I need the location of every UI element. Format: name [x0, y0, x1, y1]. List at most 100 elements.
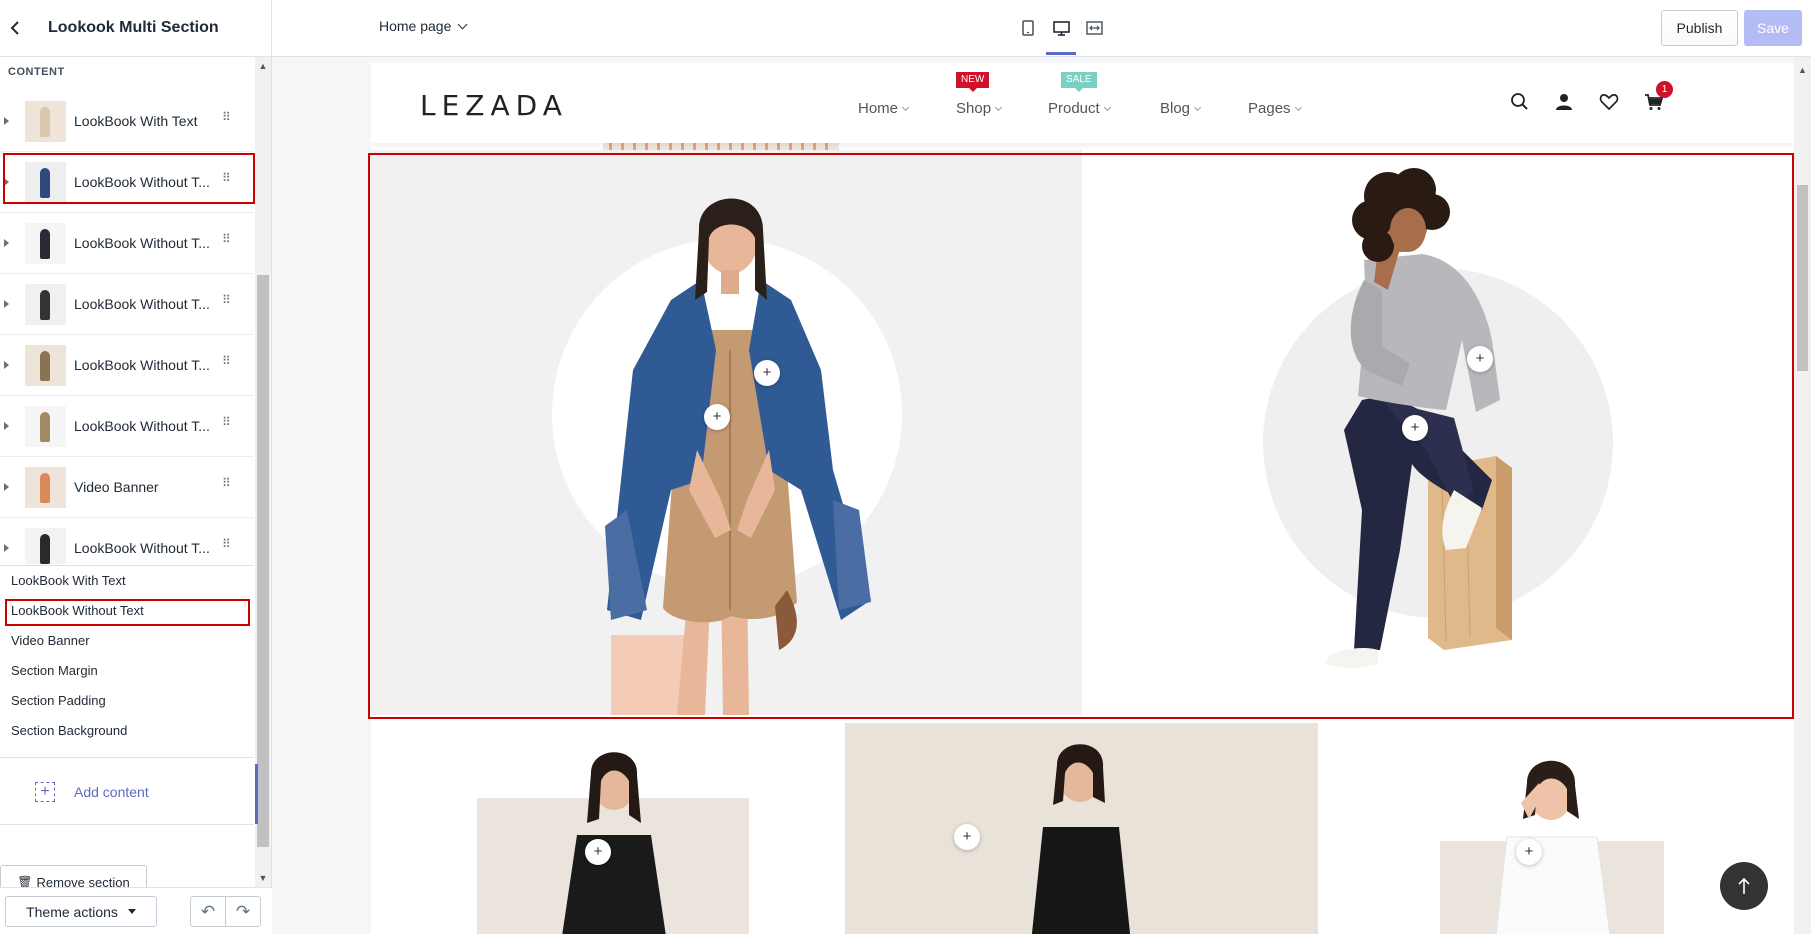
block-item[interactable]: LookBook Without T... ⠿ — [0, 335, 254, 396]
drag-handle-icon[interactable]: ⠿ — [222, 294, 231, 306]
theme-actions-label: Theme actions — [26, 903, 118, 920]
chevron-down-icon — [1294, 103, 1302, 111]
nav-blog[interactable]: Blog — [1160, 100, 1202, 117]
nav-label: Pages — [1248, 100, 1291, 117]
save-button[interactable]: Save — [1744, 10, 1802, 46]
block-label: LookBook With Text — [74, 113, 198, 129]
desktop-view-icon[interactable] — [1046, 14, 1076, 42]
block-label: LookBook Without T... — [74, 418, 210, 434]
drag-handle-icon[interactable]: ⠿ — [222, 477, 231, 489]
nav-shop[interactable]: Shop — [956, 100, 1003, 117]
lookbook-section[interactable]: + + + + — [371, 150, 1794, 715]
trash-icon: 🗑 — [17, 875, 33, 887]
nav-product[interactable]: Product — [1048, 100, 1111, 117]
nav-pages[interactable]: Pages — [1248, 100, 1302, 117]
nav-home[interactable]: Home — [858, 100, 910, 117]
hotspot-plus-icon[interactable]: + — [954, 824, 980, 850]
expand-caret-icon[interactable] — [4, 300, 9, 308]
block-item-selected[interactable]: LookBook Without T... ⠿ — [0, 152, 255, 213]
block-item[interactable]: Video Banner ⠿ — [0, 457, 254, 518]
expand-caret-icon[interactable] — [4, 483, 9, 491]
active-device-indicator — [1046, 52, 1076, 55]
expand-caret-icon[interactable] — [4, 361, 9, 369]
option-section-padding[interactable]: Section Padding — [0, 686, 254, 716]
sidebar-footer: Theme actions ↶ ↷ — [0, 887, 272, 934]
chevron-down-icon — [901, 103, 910, 111]
block-thumbnail — [25, 528, 66, 564]
wishlist-heart-icon[interactable] — [1598, 91, 1620, 113]
block-label: LookBook Without T... — [74, 540, 210, 556]
page-selector[interactable]: Home page — [379, 18, 468, 34]
drag-handle-icon[interactable]: ⠿ — [222, 355, 231, 367]
lookbook-section-row-2[interactable]: + + + — [371, 723, 1794, 934]
scroll-down-icon[interactable]: ▼ — [258, 873, 268, 883]
nav-label: Product — [1048, 100, 1100, 117]
preview-frame: LEZADA NEW SALE Home Shop Product Blog P… — [371, 63, 1794, 934]
lookbook-panel-sweater — [1082, 150, 1794, 715]
scrollbar-thumb[interactable] — [257, 275, 269, 847]
thumbnail-figure — [40, 412, 50, 442]
drag-handle-icon[interactable]: ⠿ — [222, 111, 231, 123]
block-thumbnail — [25, 162, 66, 203]
hotspot-plus-icon[interactable]: + — [704, 404, 730, 430]
block-thumbnail — [25, 345, 66, 386]
search-icon[interactable] — [1509, 91, 1531, 113]
back-arrow-icon[interactable] — [4, 17, 26, 39]
undo-icon[interactable]: ↶ — [190, 896, 226, 927]
hotspot-plus-icon[interactable]: + — [1402, 415, 1428, 441]
expand-caret-icon[interactable] — [4, 422, 9, 430]
expand-caret-icon[interactable] — [4, 178, 9, 186]
content-heading: CONTENT — [8, 66, 65, 78]
option-section-margin[interactable]: Section Margin — [0, 656, 254, 686]
add-content-label: Add content — [74, 784, 149, 800]
publish-button[interactable]: Publish — [1661, 10, 1738, 46]
block-item[interactable]: LookBook Without T... ⠿ — [0, 274, 254, 335]
scrollbar-thumb[interactable] — [1797, 185, 1808, 371]
chevron-down-icon — [1103, 103, 1111, 111]
drag-handle-icon[interactable]: ⠿ — [222, 416, 231, 428]
preview-scrollbar[interactable]: ▲ — [1794, 57, 1811, 934]
hotspot-plus-icon[interactable]: + — [585, 839, 611, 865]
sale-badge: SALE — [1061, 72, 1097, 92]
block-label: Video Banner — [74, 479, 159, 495]
expand-caret-icon[interactable] — [4, 544, 9, 552]
lookbook-panel-denim — [371, 150, 1082, 715]
hotspot-plus-icon[interactable]: + — [1516, 839, 1542, 865]
block-thumbnail — [25, 223, 66, 264]
option-lookbook-without-text[interactable]: LookBook Without Text — [0, 596, 254, 626]
account-icon[interactable] — [1553, 91, 1575, 113]
block-label: LookBook Without T... — [74, 357, 210, 373]
expand-caret-icon[interactable] — [4, 239, 9, 247]
block-thumbnail — [25, 406, 66, 447]
expand-caret-icon[interactable] — [4, 117, 9, 125]
redo-icon[interactable]: ↷ — [225, 896, 261, 927]
theme-actions-dropdown[interactable]: Theme actions — [5, 896, 157, 927]
scroll-up-icon[interactable]: ▲ — [258, 61, 268, 71]
theme-editor-sidebar: Lookook Multi Section CONTENT LookBook W… — [0, 0, 272, 934]
scroll-up-icon[interactable]: ▲ — [1798, 65, 1807, 75]
store-logo[interactable]: LEZADA — [420, 89, 568, 122]
drag-handle-icon[interactable]: ⠿ — [222, 538, 231, 550]
thumbnail-figure — [40, 229, 50, 259]
thumbnail-figure — [40, 534, 50, 564]
add-content-button[interactable]: + Add content — [0, 757, 254, 825]
fullscreen-view-icon[interactable] — [1079, 14, 1109, 42]
back-to-top-button[interactable] — [1720, 862, 1768, 910]
option-section-background[interactable]: Section Background — [0, 716, 254, 746]
block-item[interactable]: LookBook Without T... ⠿ — [0, 396, 254, 457]
block-label: LookBook Without T... — [74, 235, 210, 251]
remove-section-button[interactable]: 🗑 Remove section — [0, 865, 147, 887]
mobile-view-icon[interactable] — [1013, 14, 1043, 42]
hotspot-plus-icon[interactable]: + — [1467, 346, 1493, 372]
block-item[interactable]: LookBook Without T... ⠿ — [0, 213, 254, 274]
block-item[interactable]: LookBook With Text ⠿ — [0, 91, 254, 152]
editor-topbar: Home page Publish Save — [272, 0, 1811, 57]
block-list: LookBook With Text ⠿ LookBook Without T.… — [0, 91, 255, 564]
block-item[interactable]: LookBook Without T... ⠿ — [0, 518, 254, 564]
hotspot-plus-icon[interactable]: + — [754, 360, 780, 386]
sidebar-scrollbar[interactable]: ▲ ▼ — [255, 57, 271, 887]
drag-handle-icon[interactable]: ⠿ — [222, 172, 231, 184]
drag-handle-icon[interactable]: ⠿ — [222, 233, 231, 245]
option-lookbook-with-text[interactable]: LookBook With Text — [0, 566, 254, 596]
option-video-banner[interactable]: Video Banner — [0, 626, 254, 656]
